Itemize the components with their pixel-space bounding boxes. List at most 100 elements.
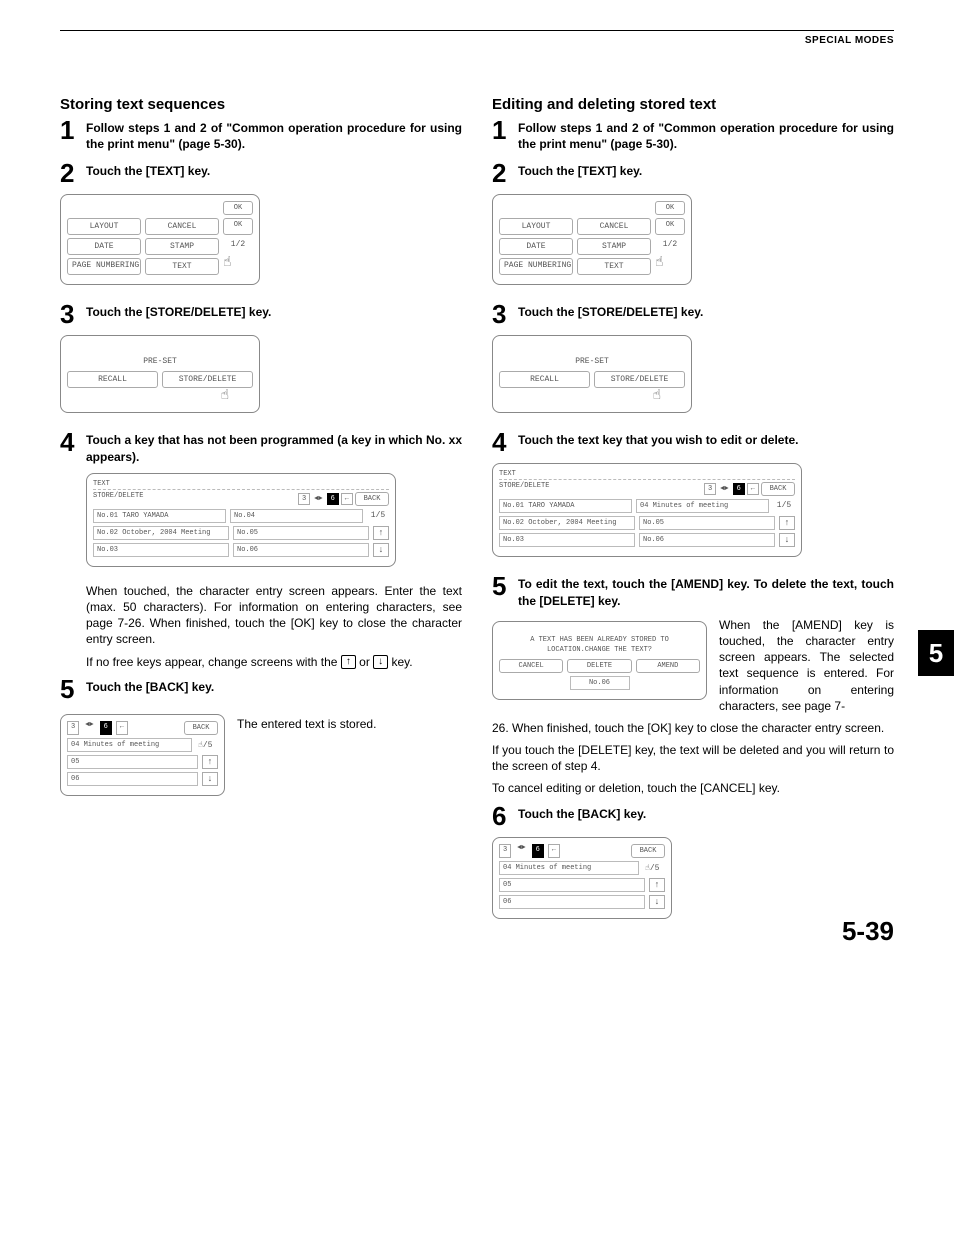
page-fraction: 1/2 <box>223 238 253 255</box>
list-item[interactable]: 04 Minutes of meeting <box>636 499 769 513</box>
cancel-button[interactable]: CANCEL <box>145 218 219 235</box>
stamp-button[interactable]: STAMP <box>145 238 219 255</box>
right-step5: To edit the text, touch the [AMEND] key.… <box>518 573 894 608</box>
down-arrow-icon[interactable]: ↓ <box>649 895 665 909</box>
hand-pointer-icon: ☝ <box>655 256 685 275</box>
up-arrow-icon[interactable]: ↑ <box>202 755 218 769</box>
back-button[interactable]: BACK <box>761 482 795 496</box>
bar-6: 6 <box>327 493 339 505</box>
cancel-button[interactable]: CANCEL <box>499 659 563 673</box>
list-item[interactable]: No.03 <box>499 533 635 547</box>
screen-back-list: 3◄►6← BACK 04 Minutes of meeting ☝/5 05 … <box>492 837 672 919</box>
list-item[interactable]: No.01 TARO YAMADA <box>93 509 226 523</box>
right-step2: Touch the [TEXT] key. <box>518 160 642 179</box>
page-numbering-button[interactable]: PAGE NUMBERING <box>499 258 573 275</box>
list-item[interactable]: No.06 <box>233 543 369 557</box>
amend-button[interactable]: AMEND <box>636 659 700 673</box>
right-column: Editing and deleting stored text 1 Follo… <box>492 96 894 935</box>
screen-print-menu: OK LAYOUT CANCEL OK DATE STAMP 1/2 PAGE … <box>492 194 692 285</box>
list-item[interactable]: 05 <box>67 755 198 769</box>
recall-button[interactable]: RECALL <box>67 371 158 388</box>
delete-button[interactable]: DELETE <box>567 659 631 673</box>
crumb-store-delete: STORE/DELETE <box>499 482 700 494</box>
left-body5: The entered text is stored. <box>237 710 462 732</box>
ok-button[interactable]: OK <box>655 218 685 235</box>
page-numbering-button[interactable]: PAGE NUMBERING <box>67 258 141 275</box>
right-step4: Touch the text key that you wish to edit… <box>518 429 798 448</box>
list-item[interactable]: No.05 <box>233 526 369 540</box>
right-body5b: If you touch the [DELETE] key, the text … <box>492 742 894 774</box>
screen-preset: PRE-SET RECALL STORE/DELETE ☝ <box>60 335 260 413</box>
left-column: Storing text sequences 1 Follow steps 1 … <box>60 96 462 935</box>
down-arrow-icon[interactable]: ↓ <box>779 533 795 547</box>
ok-button[interactable]: OK <box>655 201 685 215</box>
list-item[interactable]: No.02 October, 2004 Meeting <box>93 526 229 540</box>
crumb-store-delete: STORE/DELETE <box>93 492 294 504</box>
list-item[interactable]: 04 Minutes of meeting <box>499 861 639 875</box>
store-delete-button[interactable]: STORE/DELETE <box>594 371 685 388</box>
up-arrow-icon[interactable]: ↑ <box>649 878 665 892</box>
up-arrow-icon[interactable]: ↑ <box>779 516 795 530</box>
back-button[interactable]: BACK <box>184 721 218 735</box>
ok-button[interactable]: OK <box>223 218 253 235</box>
list-item[interactable]: No.02 October, 2004 Meeting <box>499 516 635 530</box>
left-step3: Touch the [STORE/DELETE] key. <box>86 301 271 320</box>
left-body4b: If no free keys appear, change screens w… <box>86 654 462 670</box>
preset-label: PRE-SET <box>67 355 253 368</box>
preset-label: PRE-SET <box>499 355 685 368</box>
date-button[interactable]: DATE <box>499 238 573 255</box>
list-item[interactable]: No.06 <box>639 533 775 547</box>
back-button[interactable]: BACK <box>355 492 389 506</box>
right-body5-cont: 26. When finished, touch the [OK] key to… <box>492 720 894 736</box>
list-item[interactable]: No.01 TARO YAMADA <box>499 499 632 513</box>
hand-pointer-icon: ☝/5 <box>196 738 218 752</box>
layout-button[interactable]: LAYOUT <box>499 218 573 235</box>
date-button[interactable]: DATE <box>67 238 141 255</box>
step-number: 6 <box>492 803 512 829</box>
list-item[interactable]: No.04 <box>230 509 363 523</box>
down-key-icon: ↓ <box>373 655 388 669</box>
step-number: 3 <box>60 301 80 327</box>
page-fraction: 1/5 <box>367 509 389 523</box>
back-button[interactable]: BACK <box>631 844 665 858</box>
down-arrow-icon[interactable]: ↓ <box>373 543 389 557</box>
recall-button[interactable]: RECALL <box>499 371 590 388</box>
ok-button[interactable]: OK <box>223 201 253 215</box>
left-step2: Touch the [TEXT] key. <box>86 160 210 179</box>
right-step3: Touch the [STORE/DELETE] key. <box>518 301 703 320</box>
step-number: 5 <box>492 573 512 599</box>
right-title: Editing and deleting stored text <box>492 96 894 113</box>
list-item[interactable]: No.03 <box>93 543 229 557</box>
list-item[interactable]: 04 Minutes of meeting <box>67 738 192 752</box>
step-number: 1 <box>60 117 80 143</box>
up-arrow-icon[interactable]: ↑ <box>373 526 389 540</box>
cancel-button[interactable]: CANCEL <box>577 218 651 235</box>
step-number: 2 <box>60 160 80 186</box>
store-delete-button[interactable]: STORE/DELETE <box>162 371 253 388</box>
header-section: SPECIAL MODES <box>60 35 894 46</box>
screen-print-menu: OK LAYOUT CANCEL OK DATE STAMP 1/2 PAGE … <box>60 194 260 285</box>
step-number: 5 <box>60 676 80 702</box>
left-title: Storing text sequences <box>60 96 462 113</box>
right-step6: Touch the [BACK] key. <box>518 803 646 822</box>
text-button[interactable]: TEXT <box>577 258 651 275</box>
stamp-button[interactable]: STAMP <box>577 238 651 255</box>
crumb-text: TEXT <box>93 480 389 490</box>
crumb-text: TEXT <box>499 470 795 480</box>
hand-pointer-icon: ☝ <box>221 389 229 403</box>
hand-pointer-icon: ☝ <box>653 389 661 403</box>
text-button[interactable]: TEXT <box>145 258 219 275</box>
down-arrow-icon[interactable]: ↓ <box>202 772 218 786</box>
list-item[interactable]: 06 <box>499 895 645 909</box>
layout-button[interactable]: LAYOUT <box>67 218 141 235</box>
left-step1: Follow steps 1 and 2 of "Common operatio… <box>86 117 462 152</box>
dialog-message: A TEXT HAS BEEN ALREADY STORED TO LOCATI… <box>499 628 700 660</box>
page-fraction: 1/2 <box>655 238 685 255</box>
list-item[interactable]: No.05 <box>639 516 775 530</box>
right-body5-side: When the [AMEND] key is touched, the cha… <box>719 617 894 714</box>
list-item[interactable]: 05 <box>499 878 645 892</box>
hand-pointer-icon: ☝ <box>223 256 253 275</box>
screen-amend-dialog: A TEXT HAS BEEN ALREADY STORED TO LOCATI… <box>492 621 707 701</box>
screen-store-list: TEXT STORE/DELETE 3 ◄► 6 ← BACK No.01 TA… <box>86 473 396 567</box>
list-item[interactable]: 06 <box>67 772 198 786</box>
